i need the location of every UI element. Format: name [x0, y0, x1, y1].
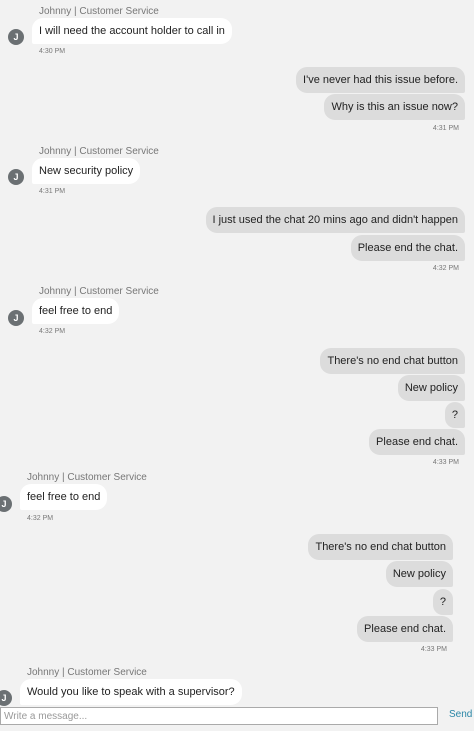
agent-name: Johnny | Customer Service [39, 6, 159, 17]
user-message: I just used the chat 20 mins ago and did… [205, 207, 465, 233]
user-message: New policy [385, 561, 453, 587]
agent-avatar: J [8, 169, 24, 185]
user-message: Please end the chat. [350, 235, 465, 261]
user-message: Please end chat. [357, 616, 453, 642]
agent-name: Johnny | Customer Service [27, 472, 147, 483]
user-message: There's no end chat button [320, 348, 465, 374]
agent-avatar: J [0, 496, 12, 512]
agent-message: I will need the account holder to call i… [32, 18, 232, 44]
agent-avatar: J [0, 690, 12, 706]
agent-message: feel free to end [32, 298, 120, 324]
agent-name: Johnny | Customer Service [27, 667, 147, 678]
user-message: New policy [397, 375, 465, 401]
agent-name: Johnny | Customer Service [39, 286, 159, 297]
user-message: Why is this an issue now? [324, 94, 465, 120]
message-input[interactable] [0, 707, 438, 725]
agent-message: New security policy [32, 158, 141, 184]
user-message: ? [444, 402, 465, 428]
agent-name: Johnny | Customer Service [39, 146, 159, 157]
message-composer: Send [0, 706, 474, 731]
message-timestamp: 4:32 PM [27, 515, 54, 522]
message-timestamp: 4:31 PM [432, 125, 459, 132]
user-message: Please end chat. [369, 429, 465, 455]
chat-thread[interactable]: Johnny | Customer Service J I will need … [0, 0, 474, 706]
agent-message: feel free to end [20, 484, 108, 510]
message-timestamp: 4:31 PM [39, 188, 66, 195]
message-timestamp: 4:30 PM [39, 48, 66, 55]
user-message: ? [432, 589, 453, 615]
message-timestamp: 4:33 PM [432, 459, 459, 466]
user-message: I've never had this issue before. [296, 67, 465, 93]
agent-message: Would you like to speak with a superviso… [20, 679, 242, 705]
send-button[interactable]: Send [449, 709, 472, 720]
message-timestamp: 4:32 PM [432, 265, 459, 272]
user-message: There's no end chat button [308, 534, 453, 560]
agent-avatar: J [8, 29, 24, 45]
agent-avatar: J [8, 310, 24, 326]
message-timestamp: 4:33 PM [420, 646, 447, 653]
message-timestamp: 4:32 PM [39, 328, 66, 335]
